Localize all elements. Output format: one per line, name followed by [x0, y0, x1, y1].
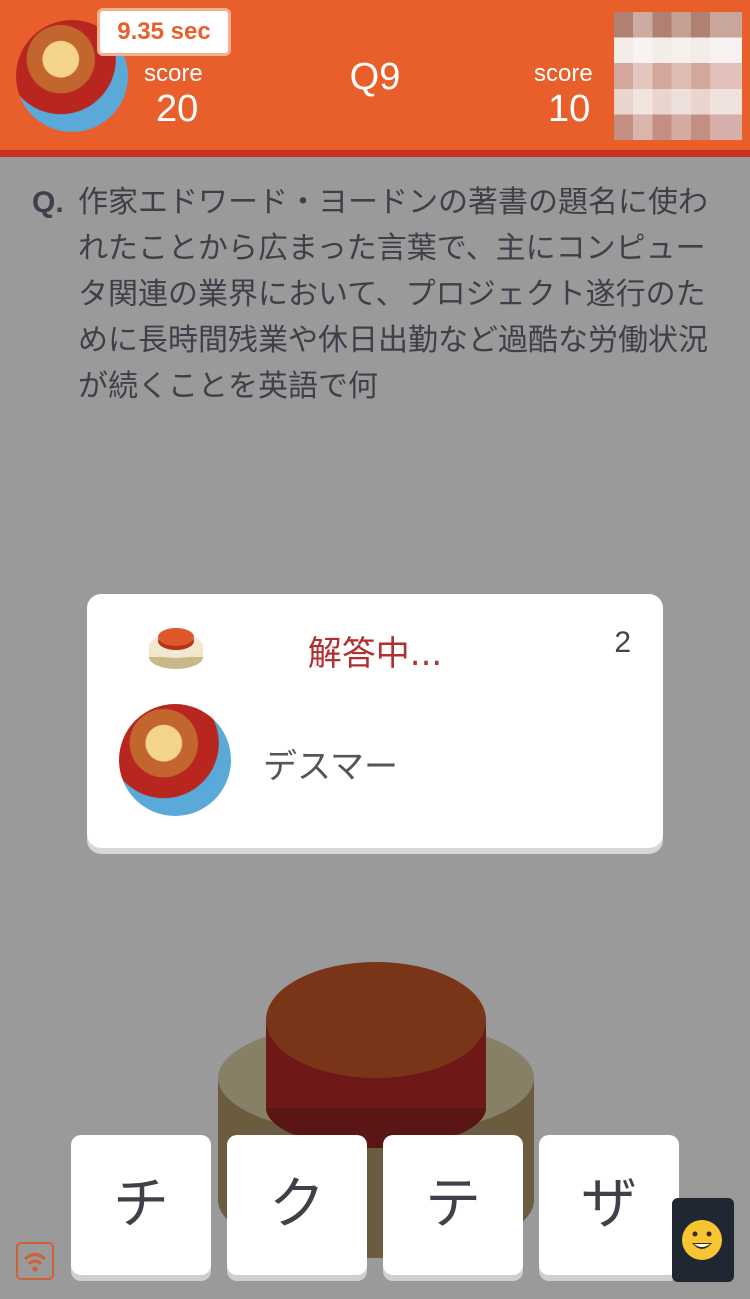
answering-status: 解答中... [307, 634, 443, 674]
answer-timer: 9.35 sec [97, 8, 231, 56]
choice-button-1[interactable]: チ [71, 1135, 211, 1275]
answering-count: 2 [614, 626, 631, 659]
emoji-smile-icon [682, 1220, 722, 1260]
choice-button-2[interactable]: ク [227, 1135, 367, 1275]
player-left-score: 20 [156, 88, 199, 130]
player-left-score-label: score [144, 60, 203, 87]
player-right-avatar [614, 12, 742, 140]
question-number: Q9 [349, 56, 401, 98]
choice-button-3[interactable]: テ [383, 1135, 523, 1275]
player-right-score: 10 [548, 88, 591, 130]
player-right-score-label: score [534, 60, 593, 87]
wifi-icon[interactable] [16, 1242, 54, 1280]
top-bar: 9.35 sec score 20 Q9 score 10 [0, 0, 750, 157]
question-text: 作家エドワード・ヨードンの著書の題名に使われたことから広まった言葉で、主にコンピ… [78, 185, 708, 404]
answering-player-name: デスマー [263, 747, 398, 787]
answering-player-avatar [119, 704, 231, 816]
answering-card: 解答中... 2 デスマー [87, 594, 663, 848]
choice-button-4[interactable]: ザ [539, 1135, 679, 1275]
emoji-button[interactable] [672, 1198, 734, 1282]
question-prefix: Q. [32, 186, 64, 219]
